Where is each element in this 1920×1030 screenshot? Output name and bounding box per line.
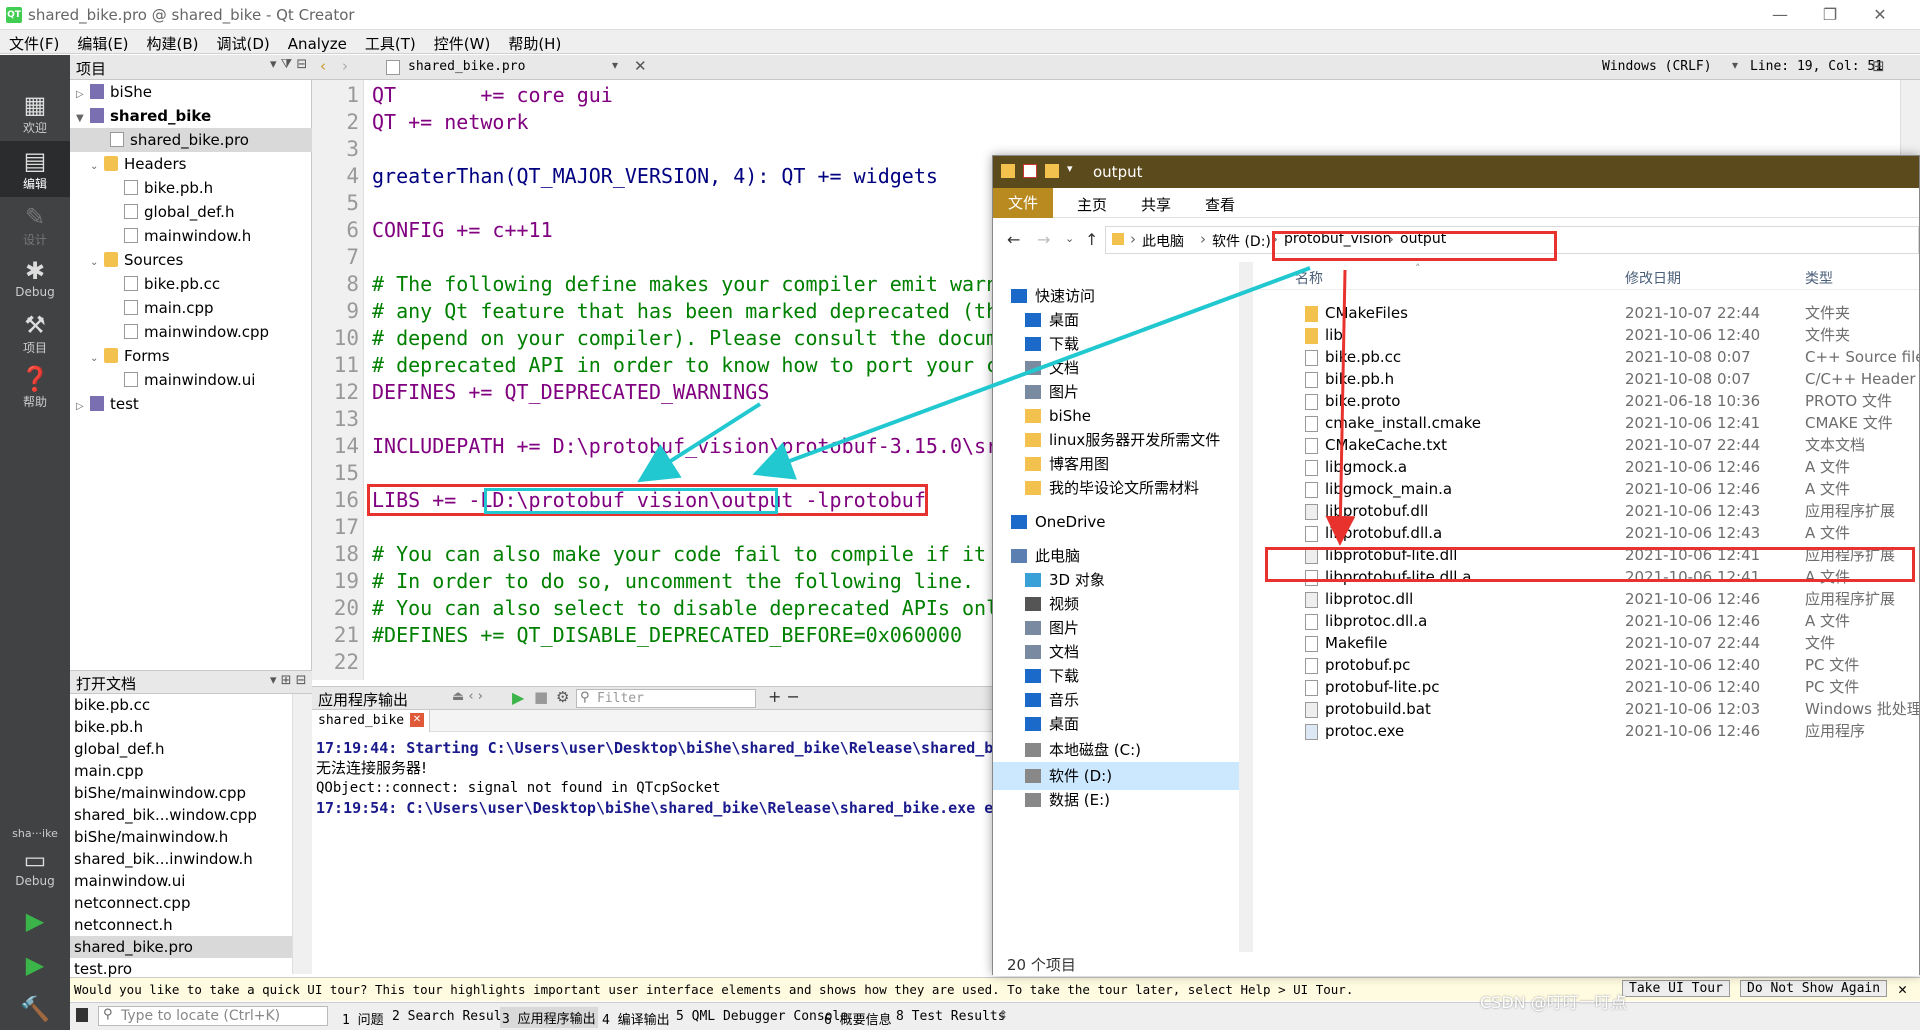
cyan-arrow-to-explorer (752, 266, 1311, 480)
red-arrow-to-dll (1325, 269, 1356, 546)
cyan-arrow-to-libs (637, 402, 762, 483)
annotation-arrows (637, 266, 1356, 546)
